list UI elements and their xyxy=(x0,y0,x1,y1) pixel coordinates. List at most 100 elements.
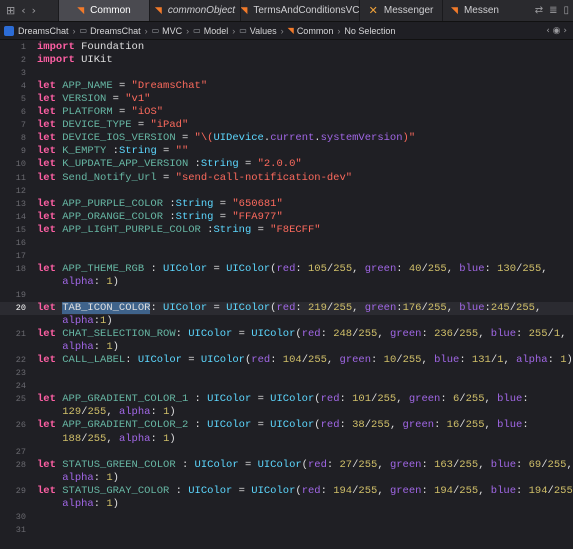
swift-icon: ◥ xyxy=(287,26,294,35)
crumb-values[interactable]: Values xyxy=(250,26,277,36)
crumb-selection[interactable]: No Selection xyxy=(344,26,395,36)
code-line[interactable]: 3 xyxy=(0,67,573,80)
code-line[interactable]: 18 let APP_THEME_RGB : UIColor = UIColor(… xyxy=(0,263,573,276)
crumb-mvc[interactable]: MVC xyxy=(162,26,182,36)
code-line[interactable]: 29 let STATUS_GRAY_COLOR : UIColor = UICo… xyxy=(0,485,573,498)
code-line[interactable]: 22 let CALL_LABEL: UIColor = UIColor(red:… xyxy=(0,354,573,367)
crumb-file[interactable]: Common xyxy=(297,26,334,36)
code-line[interactable]: 5 let VERSION = "v1" xyxy=(0,93,573,106)
tab-common[interactable]: ◥ Common xyxy=(58,0,149,21)
code-line[interactable]: 8 let DEVICE_IOS_VERSION = "\(UIDevice.cu… xyxy=(0,132,573,145)
panel-icon[interactable]: ▯ xyxy=(563,5,569,16)
code-line[interactable]: 14 let APP_ORANGE_COLOR :String = "FFA977… xyxy=(0,211,573,224)
code-line[interactable]: 13 let APP_PURPLE_COLOR :String = "650681… xyxy=(0,198,573,211)
code-line[interactable]: 28 let STATUS_GREEN_COLOR : UIColor = UIC… xyxy=(0,459,573,472)
code-line[interactable]: 15 let APP_LIGHT_PURPLE_COLOR :String = "… xyxy=(0,224,573,237)
code-token: APP_LIGHT_PURPLE_COLOR xyxy=(62,223,201,236)
code-line[interactable]: 129/255, alpha: 1) xyxy=(0,406,573,419)
code-token: blue xyxy=(490,458,517,471)
code-token: = xyxy=(207,302,227,314)
crumb-model[interactable]: Model xyxy=(204,26,229,36)
code-line[interactable]: 30 xyxy=(0,511,573,524)
line-number: 13 xyxy=(15,198,26,209)
list-icon[interactable]: ≣ xyxy=(549,5,557,16)
code-line[interactable]: 31 xyxy=(0,524,573,537)
code-token: , xyxy=(377,328,390,341)
code-token: : xyxy=(516,484,529,497)
code-text: 129/255, alpha: 1) xyxy=(37,406,175,419)
code-line[interactable]: 17 xyxy=(0,250,573,263)
code-line[interactable]: 23 xyxy=(0,367,573,380)
code-token: 255 xyxy=(547,458,567,471)
forward-icon[interactable]: › xyxy=(32,4,36,17)
code-line[interactable]: 26 let APP_GRADIENT_COLOR_2 : UIColor = U… xyxy=(0,419,573,432)
code-line[interactable]: alpha:1) xyxy=(0,315,573,328)
code-line[interactable]: alpha: 1) xyxy=(0,498,573,511)
code-line[interactable]: 25 let APP_GRADIENT_COLOR_1 : UIColor = U… xyxy=(0,393,573,406)
code-line[interactable]: alpha: 1) xyxy=(0,276,573,289)
code-token: , xyxy=(352,302,365,314)
code-token: 194 xyxy=(434,484,453,497)
code-text: let APP_ORANGE_COLOR :String = "FFA977" xyxy=(37,211,283,224)
crumb-group[interactable]: DreamsChat xyxy=(90,26,141,36)
code-line[interactable]: 4 let APP_NAME = "DreamsChat" xyxy=(0,80,573,93)
code-token: 255 xyxy=(333,262,353,275)
code-line[interactable]: 19 xyxy=(0,289,573,302)
code-token: 255 xyxy=(87,406,107,419)
code-text: let DEVICE_TYPE = "iPad" xyxy=(37,119,188,132)
code-text: alpha: 1) xyxy=(37,472,119,485)
code-token: : xyxy=(516,328,529,341)
code-token: 194 xyxy=(528,484,548,497)
code-line[interactable]: 2 import UIKit xyxy=(0,54,573,67)
code-token: : xyxy=(270,354,283,367)
code-token: = xyxy=(207,262,227,275)
code-token: "" xyxy=(175,145,189,158)
code-line[interactable]: 7 let DEVICE_TYPE = "iPad" xyxy=(0,119,573,132)
code-line[interactable]: 21 let CHAT_SELECTION_ROW: UIColor = UICo… xyxy=(0,328,573,341)
code-token: ) xyxy=(106,315,113,328)
code-token: import xyxy=(37,54,75,67)
code-line[interactable]: 6 let PLATFORM = "iOS" xyxy=(0,106,573,119)
code-token: red xyxy=(251,354,271,367)
code-text: let APP_GRADIENT_COLOR_2 : UIColor = UIC… xyxy=(37,419,529,432)
code-text: let APP_GRADIENT_COLOR_1 : UIColor = UIC… xyxy=(37,393,529,406)
code-line[interactable]: 9 let K_EMPTY :String = "" xyxy=(0,145,573,158)
code-token: UIColor xyxy=(188,484,233,497)
code-token: 129 xyxy=(62,406,82,419)
code-line[interactable]: 20 let TAB_ICON_COLOR: UIColor = UIColor(… xyxy=(0,302,573,315)
code-line[interactable]: 10 let K_UPDATE_APP_VERSION :String = "2.… xyxy=(0,158,573,171)
code-token: blue xyxy=(490,328,517,341)
change-nav-icon[interactable]: ‹ ◉ › xyxy=(546,26,573,36)
code-line[interactable]: 16 xyxy=(0,237,573,250)
code-line[interactable]: 12 xyxy=(0,185,573,198)
code-token: , xyxy=(446,262,460,275)
code-token: DEVICE_TYPE xyxy=(62,119,132,132)
code-token: : xyxy=(484,262,498,275)
tab-messen[interactable]: ◥ Messen xyxy=(442,0,507,21)
chevron-right-icon: › xyxy=(144,25,148,36)
code-token: , xyxy=(106,406,119,419)
tab-messenger[interactable]: ✕ Messenger xyxy=(359,0,442,21)
code-token: 104 xyxy=(282,354,302,367)
code-token: 255 xyxy=(87,432,107,445)
code-line[interactable]: alpha: 1) xyxy=(0,341,573,354)
tab-commonobject[interactable]: ◥ commonObject xyxy=(149,0,240,21)
code-line[interactable]: 188/255, alpha: 1) xyxy=(0,433,573,446)
code-line[interactable]: 1 import Foundation xyxy=(0,41,573,54)
code-line[interactable]: 11 let Send_Notify_Url = "send-call-notif… xyxy=(0,172,573,185)
tab-termsandconditionsvc[interactable]: ◥ TermsAndConditionsVC xyxy=(240,0,359,21)
line-number: 20 xyxy=(15,303,26,313)
code-token: APP_ORANGE_COLOR xyxy=(62,210,164,223)
code-line[interactable]: 24 xyxy=(0,380,573,393)
grid-icon[interactable]: ⊞ xyxy=(6,4,15,17)
code-token: CALL_LABEL xyxy=(62,354,126,367)
back-icon[interactable]: ‹ xyxy=(21,4,25,17)
swap-icon[interactable]: ⇄ xyxy=(535,5,543,16)
line-number: 16 xyxy=(15,237,26,248)
crumb-project[interactable]: DreamsChat xyxy=(18,26,69,36)
code-token: , xyxy=(396,393,409,406)
code-line[interactable]: 27 xyxy=(0,446,573,459)
code-editor[interactable]: 1 import Foundation 2 import UIKit 3 4 let APP… xyxy=(0,40,573,549)
code-token: , xyxy=(377,484,390,497)
code-line[interactable]: alpha: 1) xyxy=(0,472,573,485)
